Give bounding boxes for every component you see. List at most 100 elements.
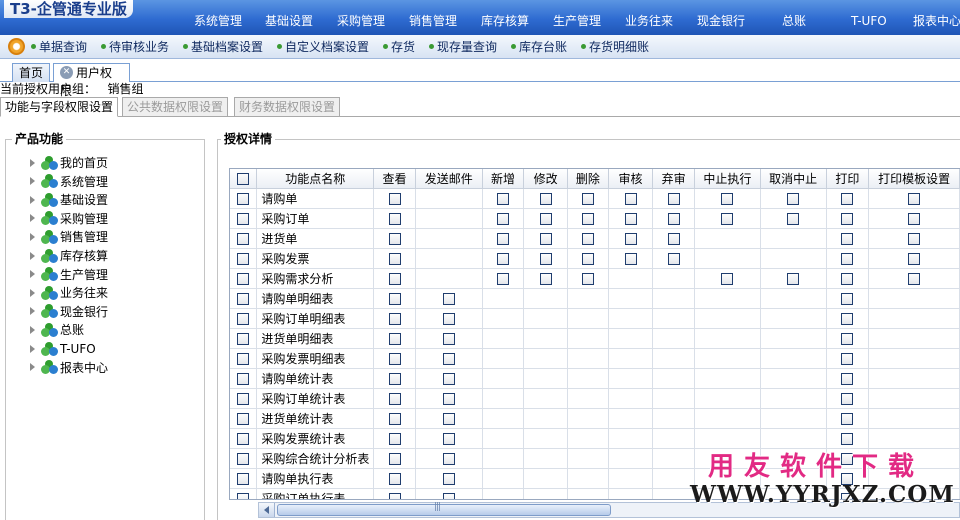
- close-icon[interactable]: ✕: [60, 66, 73, 79]
- row-select-checkbox[interactable]: [237, 432, 250, 445]
- permission-checkbox[interactable]: [388, 192, 401, 205]
- tree-item[interactable]: 基础设置: [30, 191, 108, 209]
- column-header[interactable]: 新增: [482, 169, 525, 189]
- permission-checkbox[interactable]: [442, 392, 455, 405]
- column-header[interactable]: 打印: [826, 169, 870, 189]
- row-select-checkbox[interactable]: [237, 392, 250, 405]
- tab-finance-data-permission[interactable]: 财务数据权限设置: [234, 97, 341, 117]
- permission-checkbox[interactable]: [539, 232, 552, 245]
- quick-custom-archive[interactable]: 自定义档案设置: [277, 39, 369, 55]
- tree-item[interactable]: 系统管理: [30, 173, 108, 191]
- tree-item[interactable]: 采购管理: [30, 210, 108, 228]
- row-select-checkbox[interactable]: [237, 352, 250, 365]
- permission-checkbox[interactable]: [908, 272, 921, 285]
- permission-checkbox[interactable]: [442, 452, 455, 465]
- row-select-checkbox[interactable]: [237, 232, 250, 245]
- tab-home[interactable]: 首页: [12, 63, 50, 82]
- permission-checkbox[interactable]: [624, 192, 637, 205]
- permission-checkbox[interactable]: [388, 492, 401, 499]
- permission-checkbox[interactable]: [388, 332, 401, 345]
- tree-item[interactable]: 我的首页: [30, 154, 108, 172]
- permission-checkbox[interactable]: [581, 212, 594, 225]
- permission-checkbox[interactable]: [539, 252, 552, 265]
- row-select-checkbox[interactable]: [237, 332, 250, 345]
- permission-checkbox[interactable]: [624, 212, 637, 225]
- permission-checkbox[interactable]: [841, 392, 854, 405]
- row-select-checkbox[interactable]: [237, 192, 250, 205]
- menu-system-management[interactable]: 系统管理: [194, 13, 242, 29]
- permission-checkbox[interactable]: [841, 412, 854, 425]
- tab-public-data-permission[interactable]: 公共数据权限设置: [122, 97, 229, 117]
- permission-checkbox[interactable]: [624, 252, 637, 265]
- permission-checkbox[interactable]: [496, 212, 509, 225]
- menu-general-ledger[interactable]: 总账: [782, 13, 806, 29]
- permission-checkbox[interactable]: [388, 432, 401, 445]
- permission-checkbox[interactable]: [581, 192, 594, 205]
- expand-arrow-icon[interactable]: [30, 251, 35, 260]
- permission-checkbox[interactable]: [667, 212, 680, 225]
- permission-checkbox[interactable]: [442, 412, 455, 425]
- column-header[interactable]: 弃审: [652, 169, 696, 189]
- row-select-checkbox[interactable]: [237, 372, 250, 385]
- permission-checkbox[interactable]: [908, 212, 921, 225]
- menu-basic-settings[interactable]: 基础设置: [265, 13, 313, 29]
- quick-basic-archive[interactable]: 基础档案设置: [183, 39, 263, 55]
- expand-arrow-icon[interactable]: [30, 363, 35, 372]
- permission-checkbox[interactable]: [496, 272, 509, 285]
- expand-arrow-icon[interactable]: [30, 307, 35, 316]
- permission-checkbox[interactable]: [442, 312, 455, 325]
- permission-checkbox[interactable]: [667, 192, 680, 205]
- permission-checkbox[interactable]: [908, 192, 921, 205]
- row-select-checkbox[interactable]: [237, 272, 250, 285]
- permission-checkbox[interactable]: [388, 452, 401, 465]
- permission-checkbox[interactable]: [388, 312, 401, 325]
- menu-production-management[interactable]: 生产管理: [553, 13, 601, 29]
- permission-checkbox[interactable]: [787, 192, 800, 205]
- permission-checkbox[interactable]: [841, 332, 854, 345]
- permission-checkbox[interactable]: [908, 252, 921, 265]
- permission-checkbox[interactable]: [388, 472, 401, 485]
- column-header[interactable]: 审核: [608, 169, 654, 189]
- column-header[interactable]: 删除: [567, 169, 609, 189]
- tree-item[interactable]: 销售管理: [30, 228, 108, 246]
- permission-checkbox[interactable]: [539, 272, 552, 285]
- tree-item[interactable]: 库存核算: [30, 247, 108, 265]
- permission-checkbox[interactable]: [581, 232, 594, 245]
- permission-checkbox[interactable]: [581, 252, 594, 265]
- permission-checkbox[interactable]: [388, 372, 401, 385]
- expand-arrow-icon[interactable]: [30, 158, 35, 167]
- quick-stock-detail[interactable]: 存货明细账: [581, 39, 649, 55]
- expand-arrow-icon[interactable]: [30, 177, 35, 186]
- column-header[interactable]: 功能点名称: [256, 169, 375, 189]
- permission-checkbox[interactable]: [539, 192, 552, 205]
- permission-checkbox[interactable]: [841, 192, 854, 205]
- row-select-checkbox[interactable]: [237, 472, 250, 485]
- permission-checkbox[interactable]: [624, 232, 637, 245]
- permission-checkbox[interactable]: [787, 272, 800, 285]
- permission-checkbox[interactable]: [841, 252, 854, 265]
- quick-stock[interactable]: 存货: [383, 39, 415, 55]
- permission-checkbox[interactable]: [787, 212, 800, 225]
- permission-checkbox[interactable]: [841, 232, 854, 245]
- scroll-left-icon[interactable]: [259, 503, 275, 517]
- expand-arrow-icon[interactable]: [30, 344, 35, 353]
- quick-pending-review[interactable]: 待审核业务: [101, 39, 169, 55]
- expand-arrow-icon[interactable]: [30, 325, 35, 334]
- expand-arrow-icon[interactable]: [30, 195, 35, 204]
- permission-checkbox[interactable]: [841, 312, 854, 325]
- expand-arrow-icon[interactable]: [30, 270, 35, 279]
- menu-cash-bank[interactable]: 现金银行: [697, 13, 745, 29]
- permission-checkbox[interactable]: [442, 472, 455, 485]
- permission-checkbox[interactable]: [667, 232, 680, 245]
- column-header[interactable]: 发送邮件: [415, 169, 483, 189]
- permission-checkbox[interactable]: [908, 232, 921, 245]
- permission-checkbox[interactable]: [841, 352, 854, 365]
- permission-checkbox[interactable]: [442, 432, 455, 445]
- tree-item[interactable]: 报表中心: [30, 359, 108, 377]
- permission-checkbox[interactable]: [388, 212, 401, 225]
- row-select-checkbox[interactable]: [237, 212, 250, 225]
- permission-checkbox[interactable]: [496, 232, 509, 245]
- permission-checkbox[interactable]: [388, 272, 401, 285]
- permission-checkbox[interactable]: [388, 292, 401, 305]
- expand-arrow-icon[interactable]: [30, 214, 35, 223]
